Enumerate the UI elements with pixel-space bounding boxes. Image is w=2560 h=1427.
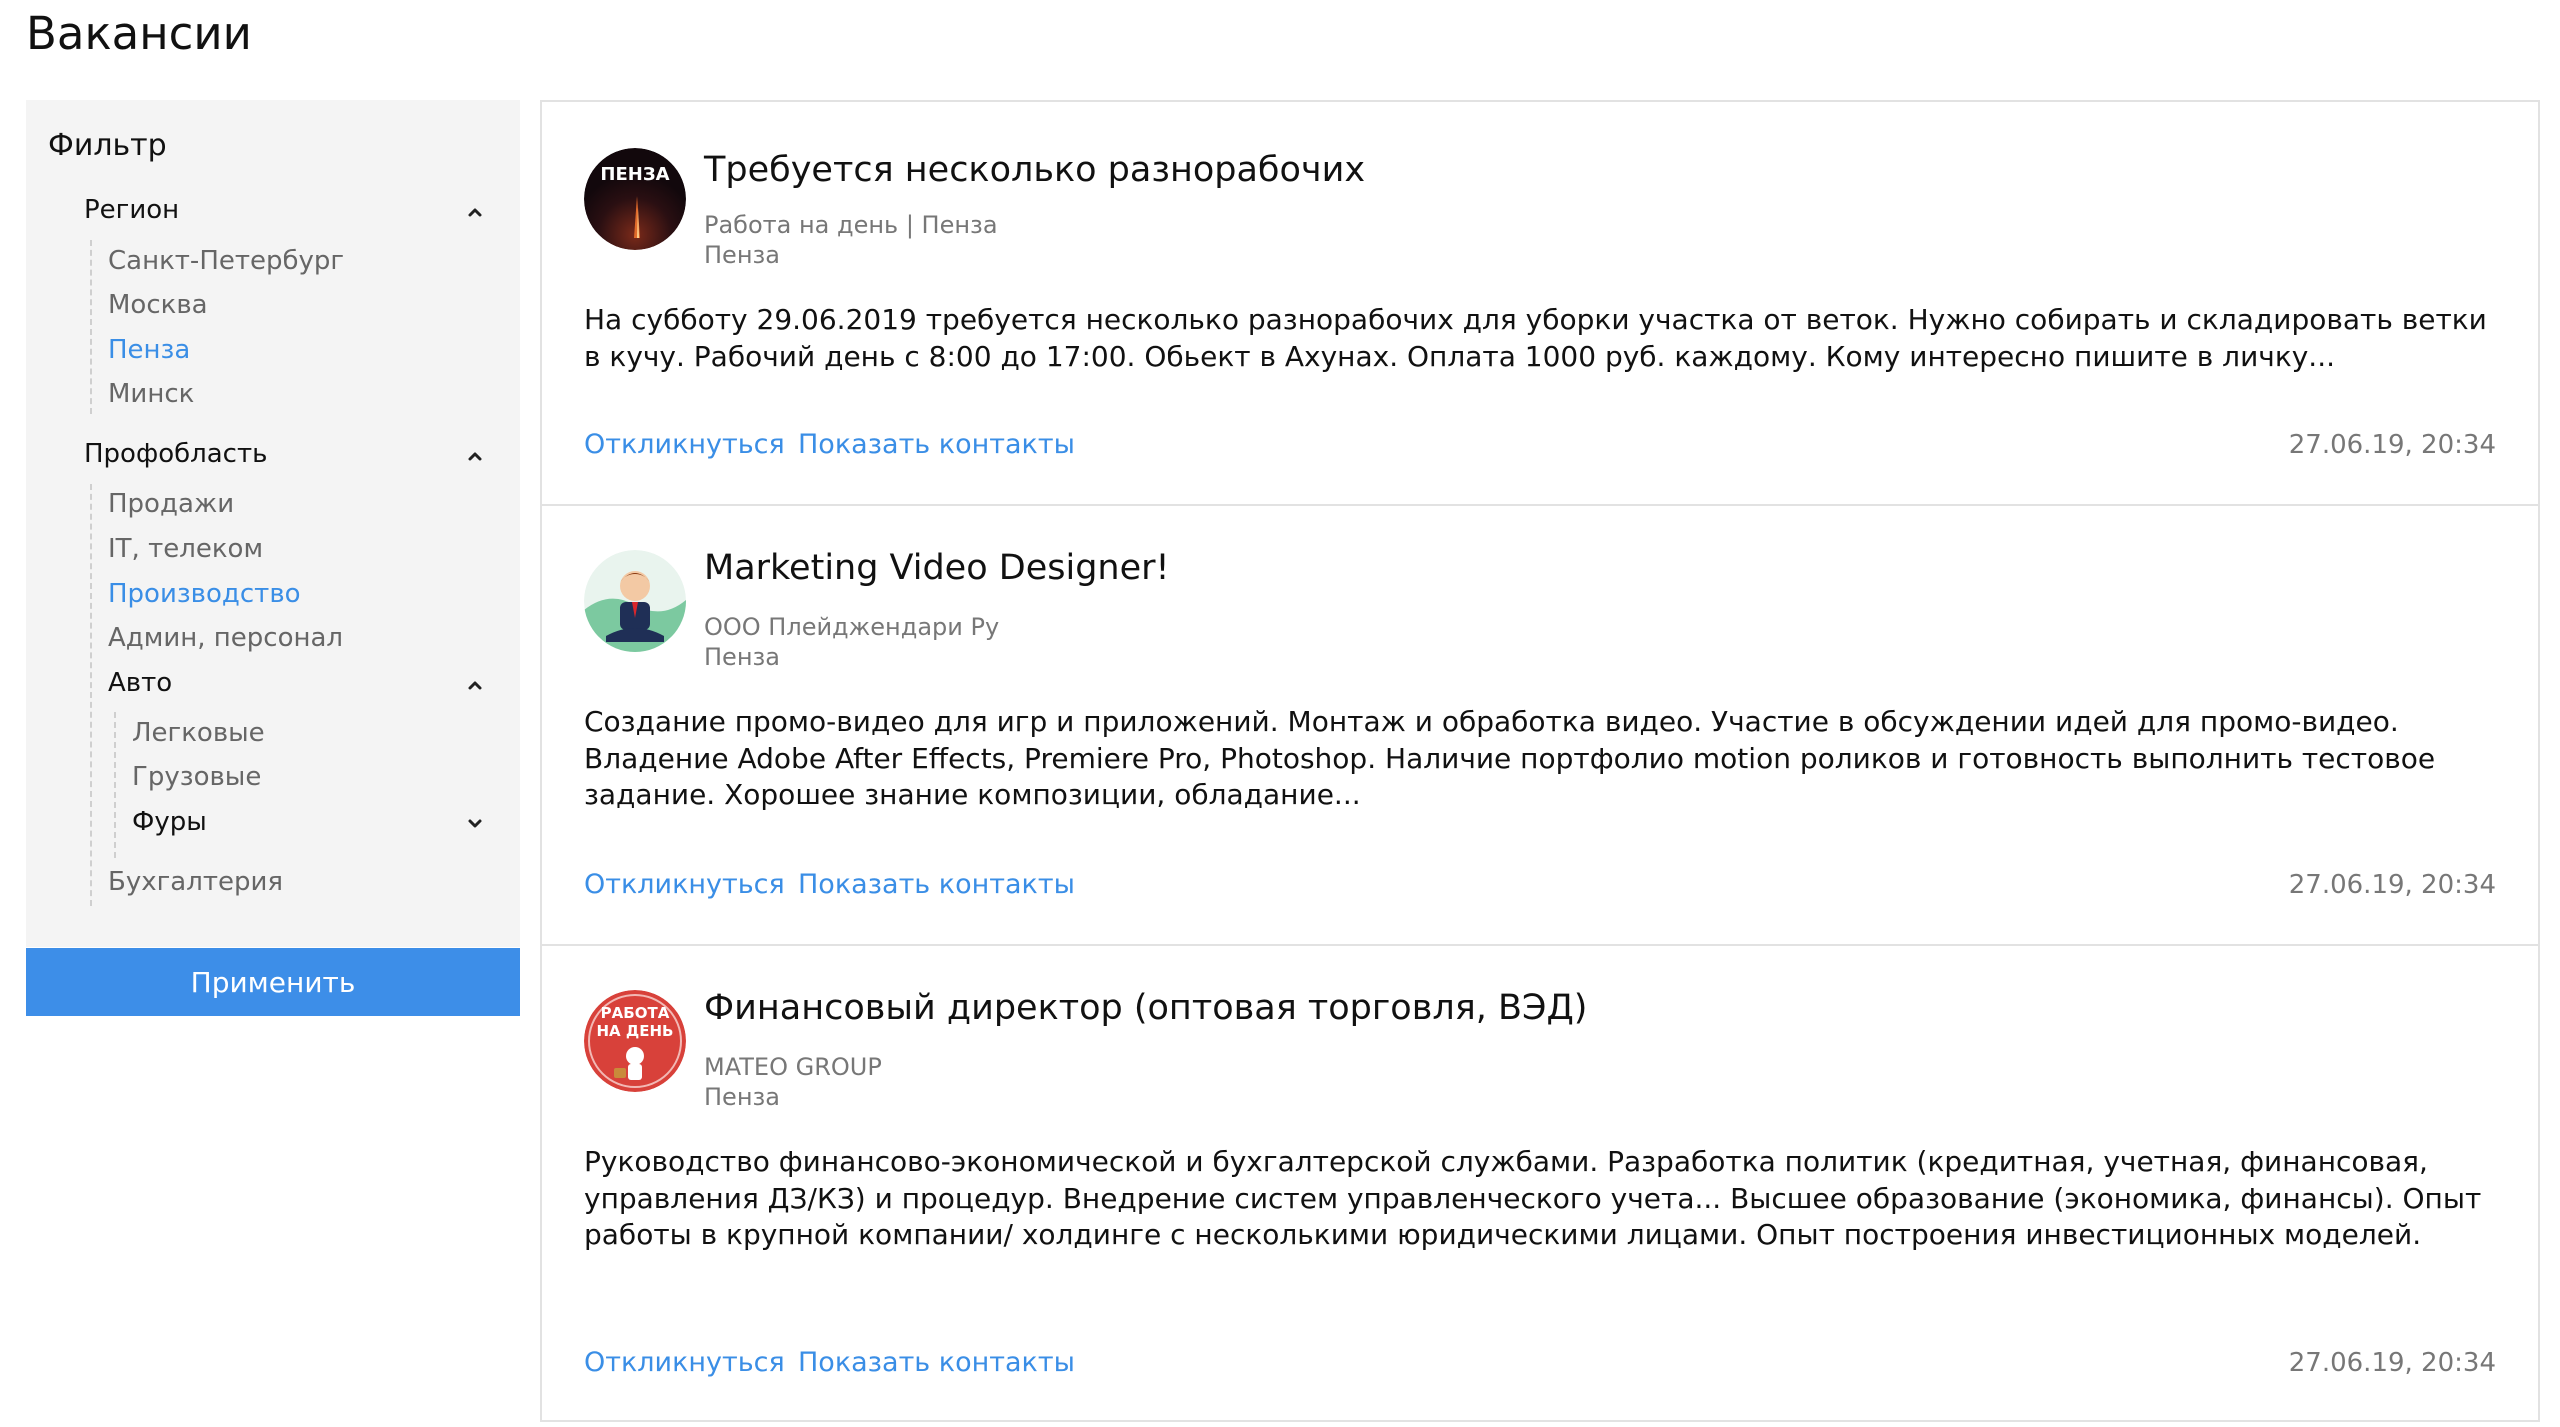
region-item-minsk[interactable]: Минск <box>108 376 194 412</box>
vacancy-description: На субботу 29.06.2019 требуется нескольк… <box>584 303 2487 373</box>
vacancy-card: ПЕНЗА Требуется несколько разнорабочих Р… <box>540 100 2540 508</box>
show-contacts-link[interactable]: Показать контакты <box>798 868 1075 902</box>
page-title: Вакансии <box>26 7 252 60</box>
avatar-text: НА ДЕНЬ <box>597 1022 674 1040</box>
vacancy-title[interactable]: Marketing Video Designer! <box>704 546 1170 590</box>
profarea-item-accounting[interactable]: Бухгалтерия <box>108 864 283 900</box>
respond-link[interactable]: Откликнуться <box>584 1346 785 1380</box>
chevron-up-icon[interactable] <box>460 197 490 227</box>
chevron-up-icon[interactable] <box>460 441 490 471</box>
company-avatar[interactable]: РАБОТА НА ДЕНЬ <box>584 990 686 1092</box>
chevron-up-icon[interactable] <box>460 670 490 700</box>
vacancy-city: Пенза <box>704 241 780 269</box>
auto-item-trucks[interactable]: Грузовые <box>132 759 261 795</box>
avatar-text: РАБОТА <box>601 1004 670 1022</box>
region-item-penza[interactable]: Пенза <box>108 332 190 368</box>
vacancy-company[interactable]: Работа на день | Пенза <box>704 210 998 240</box>
apply-button[interactable]: Применить <box>26 948 520 1016</box>
filter-group-profarea[interactable]: Профобласть <box>84 436 267 472</box>
profarea-item-it[interactable]: IT, телеком <box>108 531 263 567</box>
company-avatar[interactable]: ПЕНЗА <box>584 148 686 250</box>
vacancy-company[interactable]: ООО Плейджендари Ру <box>704 612 999 642</box>
vacancy-city: Пенза <box>704 1083 780 1111</box>
region-tree-line <box>90 240 92 414</box>
company-avatar[interactable] <box>584 550 686 652</box>
vacancy-title[interactable]: Финансовый директор (оптовая торговля, В… <box>704 986 1587 1030</box>
auto-tree-line <box>114 712 116 858</box>
vacancy-date: 27.06.19, 20:34 <box>2288 430 2496 460</box>
filter-title: Фильтр <box>48 128 167 163</box>
vacancy-title[interactable]: Требуется несколько разнорабочих <box>704 148 1365 192</box>
filter-group-auto[interactable]: Авто <box>108 665 172 701</box>
filter-sidebar: Фильтр Регион Санкт-Петербург Москва Пен… <box>26 100 520 947</box>
profarea-item-production[interactable]: Производство <box>108 576 301 612</box>
profarea-item-admin[interactable]: Админ, персонал <box>108 620 343 656</box>
filter-group-region[interactable]: Регион <box>84 192 179 228</box>
respond-link[interactable]: Откликнуться <box>584 428 785 462</box>
profarea-item-sales[interactable]: Продажи <box>108 486 234 522</box>
show-contacts-link[interactable]: Показать контакты <box>798 428 1075 462</box>
auto-item-cars[interactable]: Легковые <box>132 715 265 751</box>
profarea-tree-line <box>90 484 92 906</box>
vacancy-description: Руководство финансово-экономической и бу… <box>584 1145 2482 1251</box>
vacancy-card: РАБОТА НА ДЕНЬ Финансовый директор (опто… <box>540 944 2540 1422</box>
vacancy-company[interactable]: MATEO GROUP <box>704 1052 882 1082</box>
vacancy-card: Marketing Video Designer! ООО Плейдженда… <box>540 504 2540 948</box>
region-item-moscow[interactable]: Москва <box>108 287 208 323</box>
vacancy-description: Создание промо-видео для игр и приложени… <box>584 705 2436 811</box>
filter-group-fury[interactable]: Фуры <box>132 804 207 840</box>
respond-link[interactable]: Откликнуться <box>584 868 785 902</box>
show-contacts-link[interactable]: Показать контакты <box>798 1346 1075 1380</box>
vacancy-date: 27.06.19, 20:34 <box>2288 1348 2496 1378</box>
vacancy-city: Пенза <box>704 643 780 671</box>
vacancy-date: 27.06.19, 20:34 <box>2288 870 2496 900</box>
region-item-spb[interactable]: Санкт-Петербург <box>108 243 344 279</box>
avatar-text: ПЕНЗА <box>600 164 669 185</box>
chevron-down-icon[interactable] <box>460 809 490 839</box>
